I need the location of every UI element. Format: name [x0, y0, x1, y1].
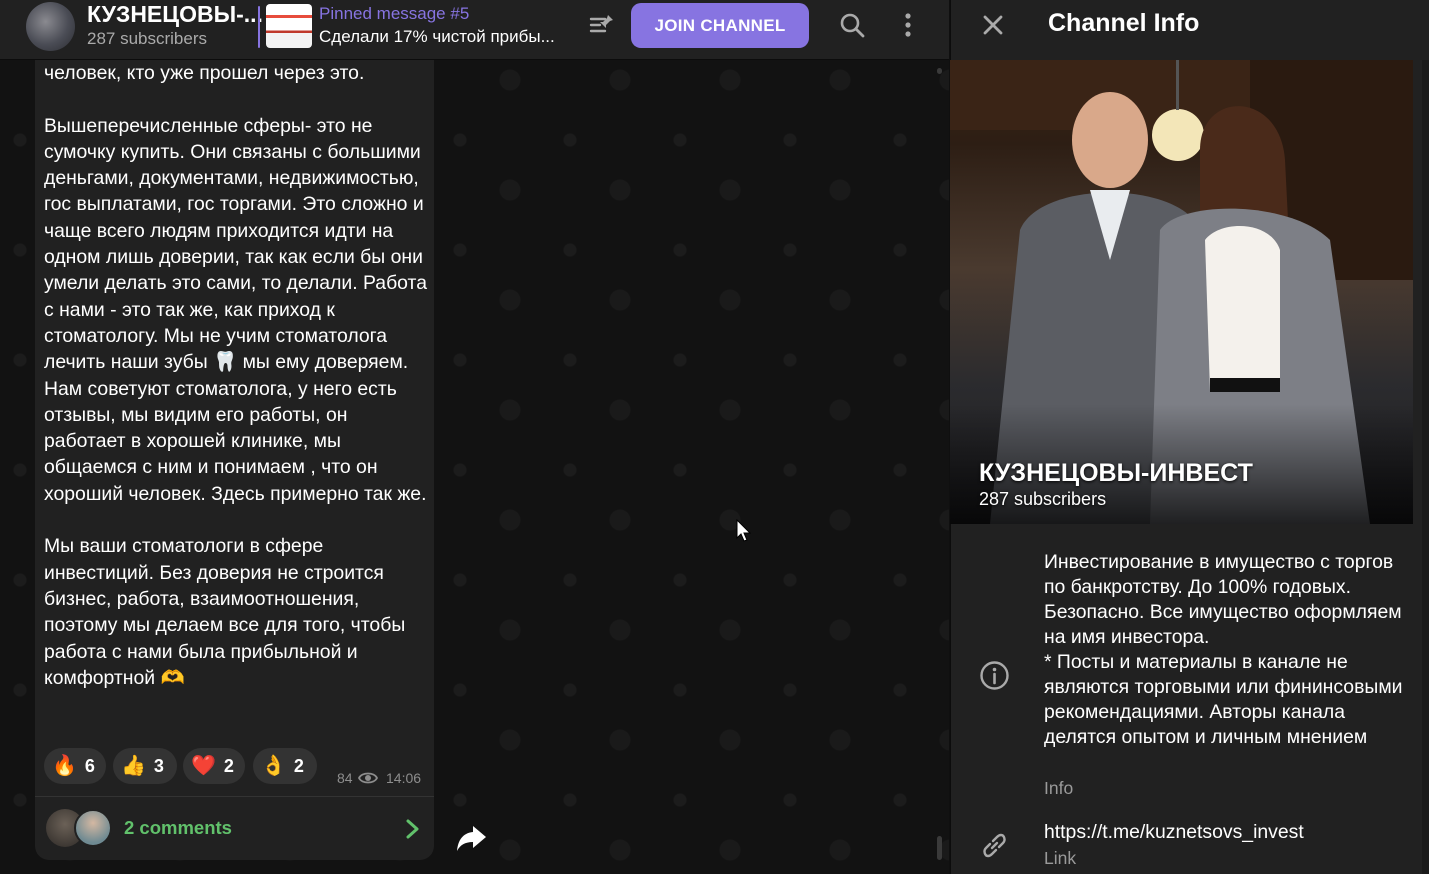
reaction-count: 3: [153, 755, 164, 776]
reaction-emoji: 👌: [261, 755, 286, 777]
reaction-ok-hand[interactable]: 👌 2: [253, 748, 317, 784]
mouse-cursor-icon: [736, 519, 752, 542]
info-icon: [980, 661, 1009, 690]
reaction-count: 2: [223, 755, 234, 776]
link-label: Link: [1044, 848, 1077, 868]
reaction-emoji: 👍: [121, 755, 146, 777]
info-scrollbar[interactable]: [1422, 60, 1429, 874]
channel-title[interactable]: КУЗНЕЦОВЫ-...: [87, 1, 263, 28]
comments-divider: [35, 796, 434, 797]
pinned-text: Сделали 17% чистой прибы...: [319, 27, 555, 46]
close-icon[interactable]: [980, 12, 1006, 38]
comments-link[interactable]: 2 comments: [124, 817, 232, 839]
description-label: Info: [1044, 778, 1074, 798]
pinned-indicator: [258, 6, 260, 48]
join-channel-button[interactable]: JOIN CHANNEL: [631, 3, 809, 48]
chat-header: КУЗНЕЦОВЫ-... 287 subscribers Pinned mes…: [0, 0, 949, 60]
message-time: 14:06: [386, 770, 422, 786]
message-text: человек, кто уже прошел через это. Вышеп…: [44, 62, 427, 689]
reaction-emoji: ❤️: [191, 755, 216, 777]
info-channel-name: КУЗНЕЦОВЫ-ИНВЕСТ: [979, 459, 1253, 487]
link-icon: [983, 833, 1006, 858]
reaction-thumbs-up[interactable]: 👍 3: [113, 748, 177, 784]
forward-icon[interactable]: [453, 820, 491, 856]
views-count: 84: [337, 770, 353, 786]
reaction-heart[interactable]: ❤️ 2: [183, 748, 245, 784]
reaction-emoji: 🔥: [52, 755, 77, 777]
pinned-thumbnail: [266, 4, 312, 48]
chevron-right-icon[interactable]: [402, 817, 422, 841]
chat-area: человек, кто уже прошел через это. Вышеп…: [0, 0, 949, 874]
scrollbar-thumb[interactable]: [937, 836, 942, 860]
channel-link[interactable]: https://t.me/kuznetsovs_invest: [1044, 821, 1304, 844]
info-panel-title: Channel Info: [1048, 9, 1200, 37]
unpin-icon[interactable]: [588, 11, 616, 39]
search-icon[interactable]: [838, 11, 866, 39]
channel-photo[interactable]: [950, 60, 1413, 524]
channel-avatar[interactable]: [26, 2, 75, 51]
more-icon[interactable]: [894, 11, 922, 39]
eye-icon: [358, 772, 378, 784]
info-subscriber-count: 287 subscribers: [979, 489, 1107, 509]
subscriber-count: 287 subscribers: [87, 29, 208, 48]
commenter-avatar: [74, 809, 112, 847]
reaction-count: 6: [84, 755, 95, 776]
pinned-title: Pinned message #5: [319, 4, 470, 23]
channel-description: Инвестирование в имущество с торгов по б…: [1044, 551, 1403, 748]
reaction-fire[interactable]: 🔥 6: [44, 748, 106, 784]
scrollbar-top[interactable]: [937, 68, 942, 74]
reaction-count: 2: [293, 755, 304, 776]
